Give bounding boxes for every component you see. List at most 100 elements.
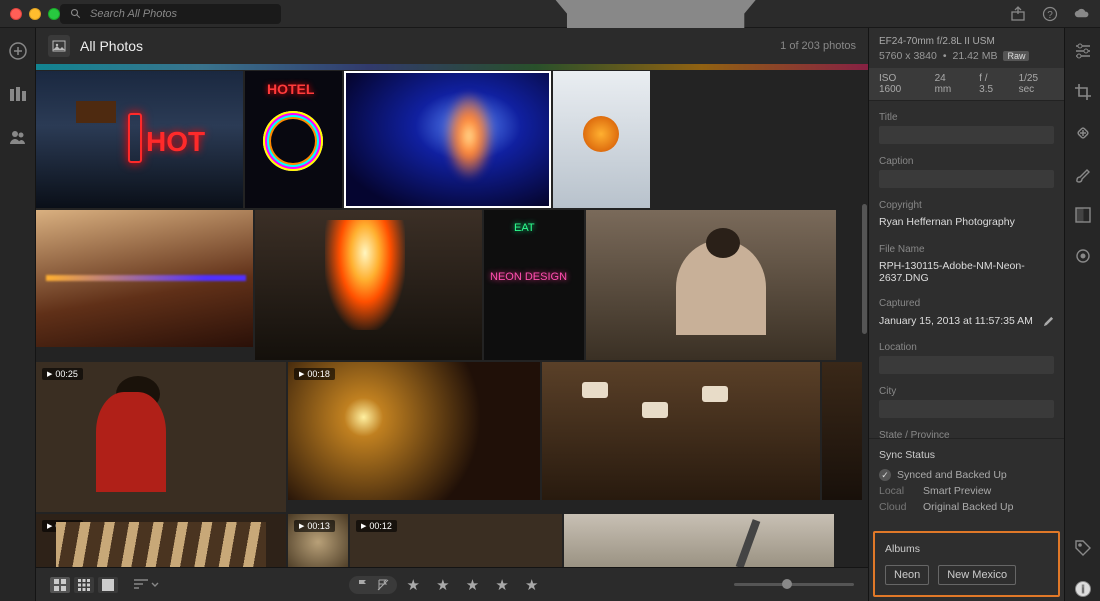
- focal-length: 24 mm: [935, 73, 964, 95]
- search-input[interactable]: Search All Photos: [60, 4, 281, 24]
- albums-heading: Albums: [885, 543, 1048, 555]
- sync-status-section: Sync Status Synced and Backed Up Local Sm…: [869, 438, 1064, 527]
- crop-icon[interactable]: [1074, 83, 1092, 104]
- linear-gradient-icon[interactable]: [1074, 206, 1092, 227]
- video-duration-badge: 00:03: [42, 520, 83, 532]
- photo-thumbnail-selected[interactable]: [344, 71, 551, 208]
- video-duration-badge: 00:25: [42, 368, 83, 380]
- flag-toggle[interactable]: [349, 576, 397, 594]
- city-label: City: [879, 386, 1054, 397]
- caption-field[interactable]: [879, 170, 1054, 188]
- photo-thumbnail[interactable]: [255, 210, 482, 360]
- my-photos-nav[interactable]: [9, 85, 27, 106]
- add-photos-button[interactable]: [9, 42, 27, 63]
- fullscreen-window-button[interactable]: [48, 8, 60, 20]
- title-label: Title: [879, 112, 1054, 123]
- flag-pick-icon: [357, 579, 369, 591]
- title-field[interactable]: [879, 126, 1054, 144]
- photo-count: 1 of 203 photos: [780, 40, 856, 52]
- video-thumbnail[interactable]: 00:25: [36, 362, 286, 512]
- info-icon[interactable]: i: [1074, 580, 1092, 601]
- video-duration-badge: 00:13: [294, 520, 335, 532]
- help-icon[interactable]: ?: [1042, 6, 1058, 22]
- view-photo-grid-button[interactable]: [50, 577, 70, 593]
- dimensions: 5760 x 3840: [879, 50, 937, 62]
- sharing-nav[interactable]: [9, 128, 27, 149]
- aperture-value: f / 3.5: [979, 73, 1002, 95]
- healing-brush-icon[interactable]: [1074, 124, 1092, 145]
- back-button[interactable]: [48, 35, 70, 57]
- video-thumbnail[interactable]: 00:18: [288, 362, 540, 500]
- cloud-icon[interactable]: [1074, 6, 1090, 22]
- rating-stars[interactable]: ★ ★ ★ ★ ★: [407, 576, 545, 594]
- caption-label: Caption: [879, 156, 1054, 167]
- video-thumbnail[interactable]: 00:03: [36, 514, 286, 567]
- photo-thumbnail[interactable]: [542, 362, 820, 500]
- keywords-icon[interactable]: [1074, 539, 1092, 560]
- video-duration-badge: 00:12: [356, 520, 397, 532]
- view-detail-button[interactable]: [98, 577, 118, 593]
- window-controls: [10, 8, 60, 20]
- brush-icon[interactable]: [1074, 165, 1092, 186]
- minimize-window-button[interactable]: [29, 8, 41, 20]
- bottom-toolbar: ★ ★ ★ ★ ★: [36, 567, 868, 601]
- copyright-value: Ryan Heffernan Photography: [879, 214, 1054, 232]
- svg-text:?: ?: [1047, 10, 1053, 21]
- search-icon: [70, 8, 82, 20]
- sync-local-value: Smart Preview: [923, 485, 991, 497]
- page-title: All Photos: [80, 38, 143, 54]
- close-window-button[interactable]: [10, 8, 22, 20]
- window-titlebar: Search All Photos ?: [0, 0, 1100, 28]
- format-badge: Raw: [1003, 51, 1029, 61]
- shutter-value: 1/25 sec: [1019, 73, 1054, 95]
- sync-cloud-value: Original Backed Up: [923, 501, 1013, 513]
- state-label: State / Province: [879, 430, 1054, 438]
- photo-thumbnail[interactable]: [564, 514, 834, 567]
- info-panel: EF24-70mm f/2.8L II USM 5760 x 3840 • 21…: [868, 28, 1064, 601]
- edit-sliders-icon[interactable]: [1074, 42, 1092, 63]
- left-nav-rail: [0, 28, 36, 601]
- photo-thumbnail[interactable]: [36, 210, 253, 347]
- photo-thumbnail[interactable]: [245, 71, 342, 208]
- video-thumbnail[interactable]: 00:12: [350, 514, 562, 567]
- filmstrip-bar: [36, 64, 868, 70]
- captured-value: January 15, 2013 at 11:57:35 AM: [879, 315, 1033, 327]
- photo-thumbnail[interactable]: [36, 71, 243, 208]
- sync-local-label: Local: [879, 485, 913, 497]
- view-square-grid-button[interactable]: [74, 577, 94, 593]
- location-field[interactable]: [879, 356, 1054, 374]
- share-icon[interactable]: [1010, 6, 1026, 22]
- photo-grid: 00:25 00:18 00:03 00:13 00:12 00:10: [36, 64, 868, 567]
- grid-header: All Photos 1 of 203 photos: [36, 28, 868, 64]
- filename-value: RPH-130115-Adobe-NM-Neon-2637.DNG: [879, 258, 1054, 286]
- photo-thumbnail[interactable]: [586, 210, 836, 360]
- grid-scrollbar[interactable]: [862, 204, 867, 334]
- video-duration-badge: 00:18: [294, 368, 335, 380]
- filename-label: File Name: [879, 244, 1054, 255]
- city-field[interactable]: [879, 400, 1054, 418]
- iso-value: ISO 1600: [879, 73, 919, 95]
- video-thumbnail[interactable]: 00:13: [288, 514, 348, 567]
- albums-section: Albums Neon New Mexico: [873, 531, 1060, 597]
- album-tag[interactable]: New Mexico: [938, 565, 1016, 585]
- lens-info: EF24-70mm f/2.8L II USM: [879, 36, 1054, 47]
- flag-reject-icon: [377, 579, 389, 591]
- captured-label: Captured: [879, 298, 1054, 309]
- copyright-label: Copyright: [879, 200, 1054, 211]
- sort-button[interactable]: [134, 579, 159, 591]
- svg-text:i: i: [1081, 584, 1084, 596]
- photo-thumbnail[interactable]: [484, 210, 584, 360]
- photo-thumbnail[interactable]: [822, 362, 862, 500]
- location-label: Location: [879, 342, 1054, 353]
- file-size: 21.42 MB: [953, 50, 998, 62]
- sync-heading: Sync Status: [879, 449, 1054, 461]
- sync-cloud-label: Cloud: [879, 501, 913, 513]
- chevron-down-icon: [151, 581, 159, 589]
- thumbnail-size-slider[interactable]: [734, 583, 854, 586]
- album-tag[interactable]: Neon: [885, 565, 929, 585]
- radial-gradient-icon[interactable]: [1074, 247, 1092, 268]
- photo-thumbnail[interactable]: [553, 71, 650, 208]
- image-icon: [52, 39, 66, 53]
- sync-status-value: Synced and Backed Up: [879, 469, 1007, 481]
- edit-pencil-icon[interactable]: [1043, 316, 1054, 327]
